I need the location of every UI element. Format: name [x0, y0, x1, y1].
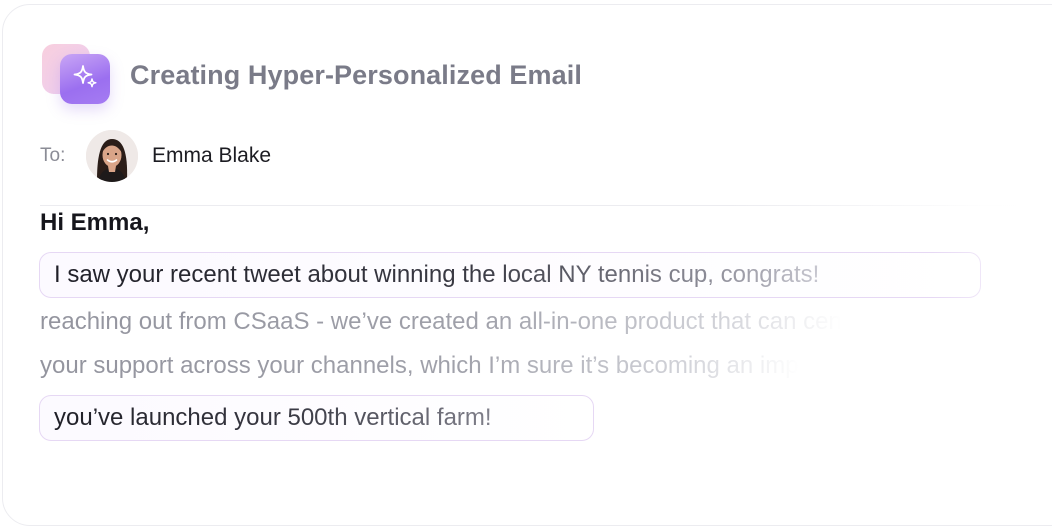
recipient-name: Emma Blake — [152, 144, 272, 167]
email-greeting: Hi Emma, — [40, 209, 150, 236]
recipient-row: To: Emma Blake — [40, 130, 271, 182]
divider — [40, 205, 1020, 206]
personalized-highlight-farm[interactable]: you’ve launched your 500th vertical farm… — [39, 395, 594, 441]
highlight-text: I saw your recent tweet about winning th… — [54, 261, 820, 288]
avatar[interactable] — [86, 130, 138, 182]
email-header: Creating Hyper-Personalized Email — [42, 42, 582, 108]
to-label: To: — [40, 145, 66, 166]
highlight-text: you’ve launched your 500th vertical farm… — [54, 404, 492, 431]
email-body-line: reaching out from CSaaS - we’ve created … — [40, 308, 842, 335]
personalized-highlight-tweet[interactable]: I saw your recent tweet about winning th… — [39, 252, 981, 298]
ai-app-icon — [42, 42, 114, 108]
sparkles-icon — [70, 62, 100, 97]
page-title: Creating Hyper-Personalized Email — [130, 59, 582, 90]
email-body-line: your support across your channels, which… — [40, 352, 799, 379]
